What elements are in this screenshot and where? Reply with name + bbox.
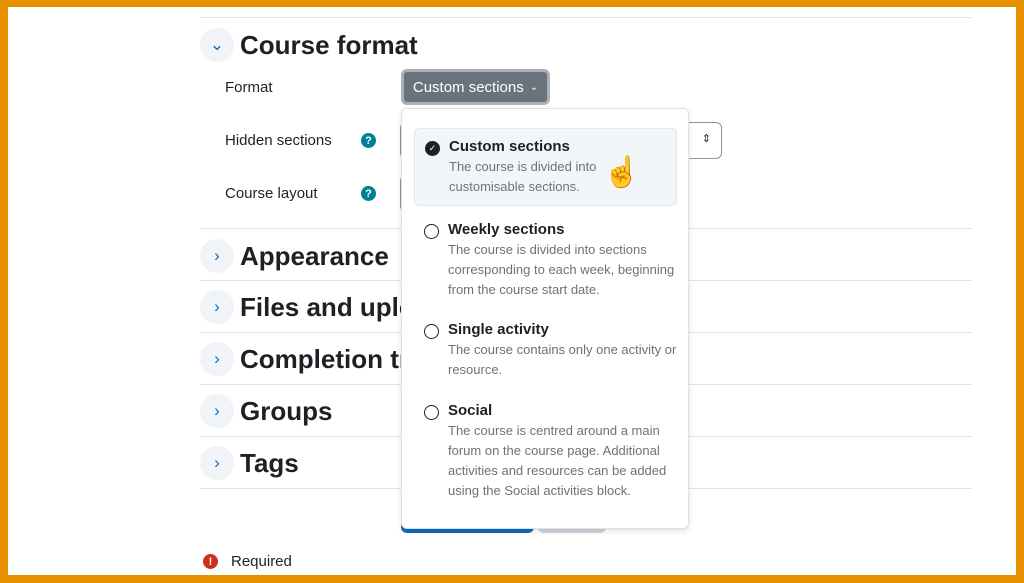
section-title: Tags [240, 447, 299, 478]
help-icon[interactable]: ? [361, 133, 376, 148]
option-title: Single activity [448, 321, 549, 338]
option-desc: The course contains only one activity or… [448, 342, 677, 377]
radio-icon [424, 405, 439, 420]
chevron-right-icon[interactable]: › [200, 239, 234, 273]
section-groups[interactable]: › Groups [200, 394, 332, 428]
chevron-down-icon[interactable]: ⌄ [200, 28, 234, 62]
menu-option-single-activity[interactable]: Single activity The course contains only… [414, 312, 677, 388]
menu-option-social[interactable]: Social The course is centred around a ma… [414, 393, 677, 509]
option-title: Custom sections [449, 138, 570, 155]
option-desc: The course is divided into customisable … [449, 159, 597, 194]
menu-option-weekly-sections[interactable]: Weekly sections The course is divided in… [414, 212, 677, 308]
required-label: Required [231, 553, 292, 570]
required-icon: ! [203, 554, 218, 569]
radio-icon [424, 224, 439, 239]
page: ⌄ Course format Format Hidden sections ?… [8, 7, 1016, 575]
divider [200, 17, 972, 18]
section-appearance[interactable]: › Appearance [200, 239, 389, 273]
help-icon[interactable]: ? [361, 186, 376, 201]
chevron-right-icon[interactable]: › [200, 446, 234, 480]
hand-cursor-icon: ☝ [603, 156, 641, 189]
section-title: Appearance [240, 240, 389, 271]
format-button-label: Custom sections [412, 78, 524, 96]
section-title: Groups [240, 395, 333, 426]
section-title: Course format [240, 29, 418, 60]
chevron-right-icon[interactable]: › [200, 394, 234, 428]
chevron-right-icon[interactable]: › [200, 290, 234, 324]
sort-icon: ⇕ [701, 133, 711, 145]
format-dropdown-button[interactable]: Custom sections ⌄ [401, 69, 550, 105]
section-tags[interactable]: › Tags [200, 446, 299, 480]
format-dropdown-menu: ✓ Custom sections The course is divided … [401, 108, 689, 529]
section-course-format[interactable]: ⌄ Course format [200, 28, 418, 62]
chevron-right-icon[interactable]: › [200, 342, 234, 376]
option-title: Weekly sections [448, 221, 565, 238]
option-desc: The course is centred around a main foru… [448, 423, 667, 498]
check-icon: ✓ [425, 141, 440, 156]
option-title: Social [448, 402, 493, 419]
course-layout-label: Course layout [225, 185, 318, 202]
hidden-sections-label: Hidden sections [225, 132, 332, 149]
format-label: Format [225, 79, 273, 96]
menu-option-custom-sections[interactable]: ✓ Custom sections The course is divided … [414, 128, 677, 206]
option-desc: The course is divided into sections corr… [448, 242, 675, 297]
chevron-down-icon: ⌄ [529, 81, 539, 93]
radio-icon [424, 324, 439, 339]
